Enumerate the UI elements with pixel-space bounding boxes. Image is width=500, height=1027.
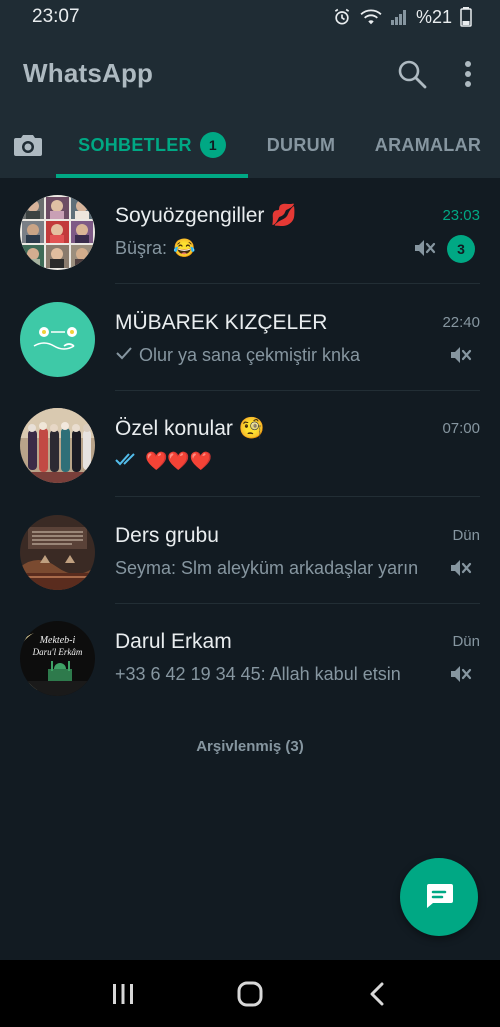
chat-row[interactable]: Mekteb-i Daru'l Erkâm Darul Erkam Dün +3…	[0, 604, 500, 710]
chat-name: Darul Erkam	[115, 630, 232, 653]
chat-name: Özel konular	[115, 417, 233, 440]
battery-level: %21	[415, 6, 452, 27]
battery-icon	[460, 7, 472, 27]
chat-time: 07:00	[442, 420, 480, 437]
status-time: 23:07	[32, 6, 80, 27]
chat-time: Dün	[452, 527, 480, 544]
recent-apps-icon[interactable]	[93, 964, 153, 1024]
app-bar: WhatsApp	[0, 34, 500, 112]
home-icon[interactable]	[220, 964, 280, 1024]
signal-icon	[390, 8, 408, 26]
unread-count-badge: 3	[447, 235, 475, 263]
tab-calls[interactable]: ARAMALAR	[356, 112, 500, 178]
read-double-check-icon	[115, 451, 139, 472]
chat-name-emoji: 🧐	[238, 417, 266, 440]
tab-chats[interactable]: SOHBETLER 1	[56, 112, 248, 178]
camera-icon[interactable]	[0, 112, 56, 178]
chat-preview: Olur ya sana çekmiştir knka	[139, 345, 361, 365]
tab-chats-label: SOHBETLER	[78, 134, 192, 155]
muted-icon	[412, 236, 436, 260]
avatar[interactable]	[20, 515, 95, 590]
chat-name: Soyuözgengiller	[115, 204, 265, 227]
chat-row[interactable]: Soyuözgengiller 💋 23:03 Büşra: 😂 3	[0, 178, 500, 284]
avatar[interactable]	[20, 408, 95, 483]
chat-time: 22:40	[442, 314, 480, 331]
chat-name-emoji: 💋	[270, 204, 297, 227]
divider	[115, 283, 480, 284]
chat-time: 23:03	[442, 207, 480, 224]
wifi-icon	[360, 8, 382, 26]
chat-preview: +33 6 42 19 34 45: Allah kabul etsin	[115, 664, 401, 684]
avatar-logo-text: Mekteb-i	[39, 635, 76, 646]
chat-row[interactable]: Özel konular 🧐 07:00 ❤️❤️❤️	[0, 391, 500, 497]
muted-icon	[448, 662, 472, 686]
muted-icon	[448, 343, 472, 367]
chat-preview: 😂	[173, 238, 196, 258]
tab-bar: SOHBETLER 1 DURUM ARAMALAR	[0, 112, 500, 178]
muted-icon	[448, 556, 472, 580]
chat-time: Dün	[452, 633, 480, 650]
chat-name: Ders grubu	[115, 524, 219, 547]
alarm-icon	[332, 7, 352, 27]
sent-check-icon	[115, 345, 133, 366]
back-icon[interactable]	[347, 964, 407, 1024]
new-chat-button[interactable]	[400, 858, 478, 936]
chat-row[interactable]: MÜBAREK KIZÇELER 22:40 Olur ya sana çekm…	[0, 285, 500, 391]
search-icon[interactable]	[396, 58, 428, 90]
avatar[interactable]	[20, 302, 95, 377]
archived-chats-link[interactable]: Arşivlenmiş (3)	[0, 738, 500, 755]
chat-preview: ❤️❤️❤️	[145, 451, 213, 471]
system-navigation-bar	[0, 960, 500, 1027]
tab-status[interactable]: DURUM	[248, 112, 354, 178]
chat-row[interactable]: Ders grubu Dün Seyma: Slm aleyküm arkada…	[0, 498, 500, 604]
app-title: WhatsApp	[23, 58, 154, 88]
divider	[115, 496, 480, 497]
chat-name: MÜBAREK KIZÇELER	[115, 311, 328, 334]
tab-chats-badge: 1	[199, 132, 226, 158]
more-options-icon[interactable]	[456, 58, 480, 90]
chat-preview: Seyma: Slm aleyküm arkadaşlar yarın	[115, 558, 419, 578]
new-chat-icon	[423, 881, 455, 914]
avatar[interactable]	[20, 195, 95, 270]
chat-sender: Büşra:	[115, 238, 168, 258]
avatar-logo-text: Daru'l Erkâm	[32, 647, 83, 657]
status-bar: 23:07 %21	[0, 0, 500, 34]
avatar[interactable]: Mekteb-i Daru'l Erkâm	[20, 621, 95, 696]
